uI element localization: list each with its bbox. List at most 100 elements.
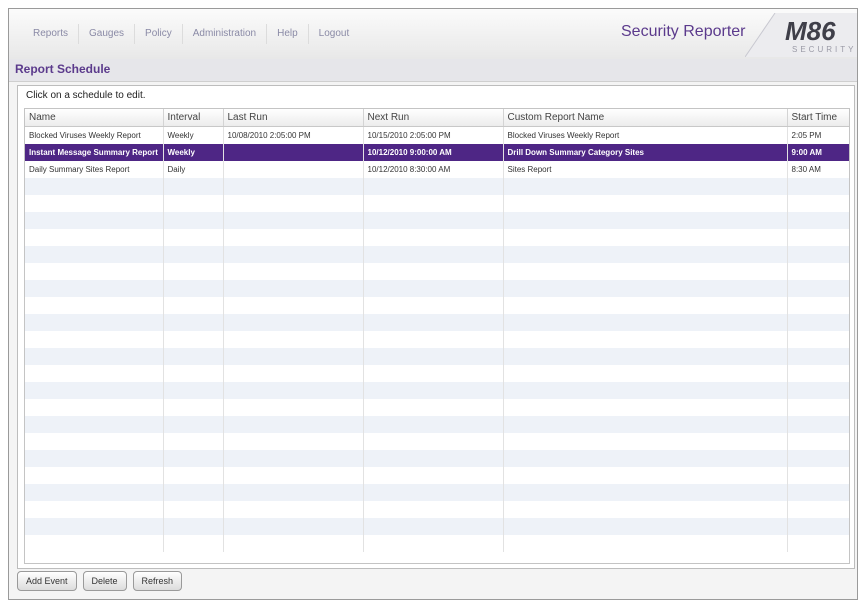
empty-cell xyxy=(223,263,364,280)
empty-cell xyxy=(25,501,164,518)
empty-cell xyxy=(223,212,364,229)
empty-table-row xyxy=(25,229,849,246)
empty-cell xyxy=(163,365,224,382)
empty-cell xyxy=(223,535,364,552)
empty-cell xyxy=(787,399,849,416)
empty-cell xyxy=(163,416,224,433)
empty-table-row xyxy=(25,212,849,229)
logo-text: M86 xyxy=(785,16,836,46)
column-header-last-run[interactable]: Last Run xyxy=(223,109,364,127)
refresh-button[interactable]: Refresh xyxy=(132,571,183,591)
empty-cell xyxy=(163,195,224,212)
empty-cell xyxy=(363,484,504,501)
empty-cell xyxy=(787,484,849,501)
empty-cell xyxy=(787,450,849,467)
empty-table-row xyxy=(25,331,849,348)
empty-table-row xyxy=(25,467,849,484)
nav-logout[interactable]: Logout xyxy=(309,24,360,44)
cell-name: Daily Summary Sites Report xyxy=(25,161,164,178)
delete-button[interactable]: Delete xyxy=(82,571,127,591)
table-row[interactable]: Blocked Viruses Weekly Report Weekly 10/… xyxy=(25,126,849,144)
empty-cell xyxy=(787,331,849,348)
cell-next-run: 10/15/2010 2:05:00 PM xyxy=(363,126,504,144)
table-row[interactable]: Daily Summary Sites Report Daily 10/12/2… xyxy=(25,161,849,178)
empty-cell xyxy=(787,314,849,331)
empty-cell xyxy=(363,246,504,263)
empty-cell xyxy=(223,331,364,348)
top-navigation-bar: Reports Gauges Policy Administration Hel… xyxy=(9,9,857,60)
empty-cell xyxy=(25,314,164,331)
empty-cell xyxy=(503,467,788,484)
empty-cell xyxy=(163,246,224,263)
m86-security-logo: M86 SECURITY xyxy=(745,13,857,57)
empty-cell xyxy=(223,484,364,501)
empty-table-row xyxy=(25,433,849,450)
empty-cell xyxy=(363,399,504,416)
empty-cell xyxy=(25,535,164,552)
empty-cell xyxy=(25,297,164,314)
empty-cell xyxy=(503,535,788,552)
empty-cell xyxy=(363,178,504,195)
empty-cell xyxy=(223,246,364,263)
table-row-selected[interactable]: Instant Message Summary Report Weekly 10… xyxy=(25,144,849,161)
schedule-table-container: Name Interval Last Run Next Run Custom R… xyxy=(24,108,850,564)
empty-cell xyxy=(223,280,364,297)
empty-cell xyxy=(787,263,849,280)
cell-start-time: 8:30 AM xyxy=(787,161,849,178)
cell-interval: Daily xyxy=(163,161,224,178)
column-header-start-time[interactable]: Start Time xyxy=(787,109,849,127)
app-window: Reports Gauges Policy Administration Hel… xyxy=(8,8,858,600)
empty-cell xyxy=(223,365,364,382)
empty-cell xyxy=(787,178,849,195)
empty-cell xyxy=(163,314,224,331)
empty-cell xyxy=(25,433,164,450)
empty-cell xyxy=(163,433,224,450)
empty-table-row xyxy=(25,535,849,552)
empty-cell xyxy=(223,348,364,365)
empty-cell xyxy=(363,501,504,518)
nav-reports[interactable]: Reports xyxy=(23,24,80,44)
column-header-interval[interactable]: Interval xyxy=(163,109,224,127)
nav-administration[interactable]: Administration xyxy=(183,24,268,44)
empty-cell xyxy=(787,433,849,450)
add-event-button[interactable]: Add Event xyxy=(17,571,77,591)
empty-cell xyxy=(787,518,849,535)
column-header-custom-report-name[interactable]: Custom Report Name xyxy=(503,109,788,127)
empty-cell xyxy=(363,433,504,450)
empty-cell xyxy=(503,416,788,433)
empty-cell xyxy=(163,297,224,314)
empty-cell xyxy=(25,365,164,382)
nav-policy[interactable]: Policy xyxy=(135,24,183,44)
column-header-name[interactable]: Name xyxy=(25,109,164,127)
empty-cell xyxy=(503,331,788,348)
empty-cell xyxy=(787,382,849,399)
empty-table-row xyxy=(25,399,849,416)
column-header-next-run[interactable]: Next Run xyxy=(363,109,504,127)
table-body: Blocked Viruses Weekly Report Weekly 10/… xyxy=(25,126,849,552)
nav-help[interactable]: Help xyxy=(267,24,309,44)
empty-cell xyxy=(363,331,504,348)
empty-cell xyxy=(787,195,849,212)
empty-cell xyxy=(25,263,164,280)
empty-cell xyxy=(163,501,224,518)
empty-table-row xyxy=(25,263,849,280)
cell-start-time: 2:05 PM xyxy=(787,126,849,144)
empty-cell xyxy=(503,297,788,314)
empty-cell xyxy=(25,467,164,484)
empty-table-row xyxy=(25,450,849,467)
empty-cell xyxy=(787,246,849,263)
empty-cell xyxy=(787,365,849,382)
empty-cell xyxy=(223,501,364,518)
empty-cell xyxy=(223,297,364,314)
nav-gauges[interactable]: Gauges xyxy=(79,24,136,44)
instruction-text: Click on a schedule to edit. xyxy=(26,90,146,101)
empty-cell xyxy=(25,484,164,501)
cell-interval: Weekly xyxy=(163,126,224,144)
empty-cell xyxy=(25,246,164,263)
empty-cell xyxy=(503,178,788,195)
empty-cell xyxy=(223,399,364,416)
empty-table-row xyxy=(25,178,849,195)
empty-cell xyxy=(787,467,849,484)
empty-cell xyxy=(787,280,849,297)
cell-custom-report-name: Sites Report xyxy=(503,161,788,178)
